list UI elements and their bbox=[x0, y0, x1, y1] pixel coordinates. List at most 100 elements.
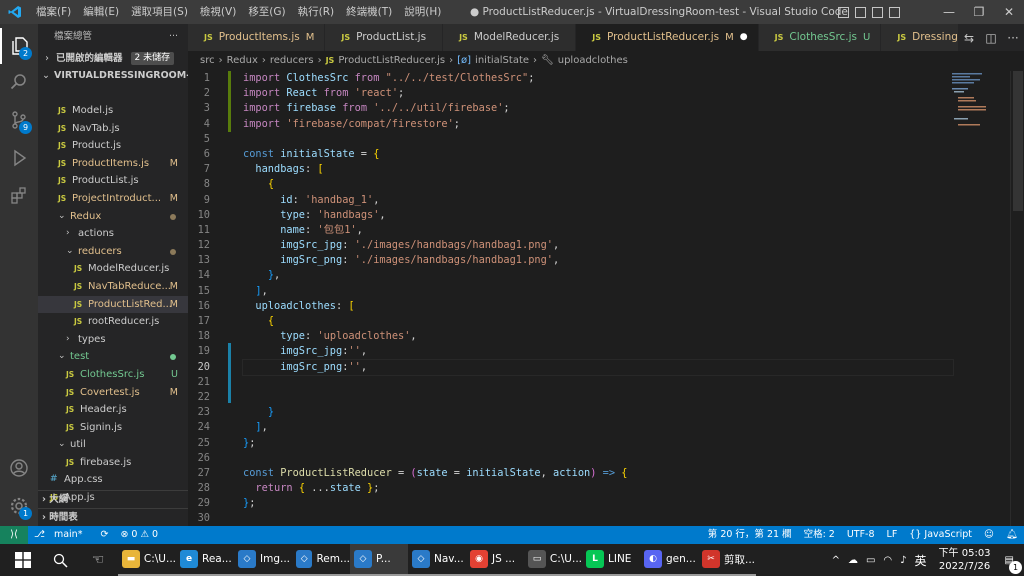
cursor-position[interactable]: 第 20 行，第 21 欄 bbox=[702, 526, 798, 544]
taskbar-search-icon[interactable] bbox=[46, 544, 74, 576]
editor-tab[interactable]: JS ClothesSrc.js U bbox=[758, 24, 882, 51]
restore-button[interactable]: ❐ bbox=[964, 0, 994, 24]
tree-item[interactable]: JS ProductListRed... M bbox=[38, 295, 188, 314]
code-line[interactable]: imgSrc_png: './images/handbags/handbag1.… bbox=[243, 253, 953, 268]
account-icon[interactable] bbox=[0, 450, 38, 486]
volume-icon[interactable]: ♪ bbox=[896, 555, 910, 566]
code-line[interactable] bbox=[243, 375, 953, 390]
menu-item[interactable]: 選取項目(S) bbox=[125, 0, 194, 24]
taskbar-app[interactable]: ◐ gen... bbox=[640, 544, 698, 576]
tree-item[interactable]: JS Header.js bbox=[38, 401, 188, 419]
breadcrumb-item[interactable]: initialState bbox=[475, 51, 529, 71]
menu-item[interactable]: 編輯(E) bbox=[77, 0, 125, 24]
taskbar-app[interactable]: ◇ Img... bbox=[234, 544, 292, 576]
code-line[interactable]: import React from 'react'; bbox=[243, 86, 953, 101]
wifi-icon[interactable]: ◠ bbox=[879, 555, 896, 566]
tree-item[interactable]: JS Signin.js bbox=[38, 419, 188, 437]
run-debug-icon[interactable] bbox=[0, 140, 38, 176]
toggle-secondary-sidebar-icon[interactable] bbox=[872, 6, 883, 18]
code-line[interactable]: handbags: [ bbox=[243, 162, 953, 177]
menu-item[interactable]: 終端機(T) bbox=[340, 0, 398, 24]
tree-item[interactable]: JS Model.js bbox=[38, 102, 188, 120]
code-editor[interactable]: 1 2 3 4 5 6 7 8 9 10 11 12 13 14 15 16 17 18 19 20 21 22 23 24 2… bbox=[188, 71, 1024, 526]
code-line[interactable]: import ClothesSrc from "../../test/Cloth… bbox=[243, 71, 953, 86]
tree-item[interactable]: ⌄ reducers bbox=[38, 243, 188, 261]
code-line[interactable] bbox=[243, 132, 953, 147]
sync-icon[interactable]: ⟳ bbox=[94, 526, 114, 544]
tree-item[interactable]: ⌄ test bbox=[38, 348, 188, 366]
code-line[interactable]: { bbox=[243, 314, 953, 329]
tree-item[interactable]: › actions bbox=[38, 225, 188, 243]
breadcrumb-item[interactable]: uploadclothes bbox=[558, 51, 628, 71]
indentation[interactable]: 空格: 2 bbox=[798, 526, 841, 544]
customize-layout-icon[interactable] bbox=[889, 6, 900, 18]
tree-item[interactable]: ⌄ Redux bbox=[38, 208, 188, 226]
toggle-panel-icon[interactable] bbox=[855, 6, 866, 18]
breadcrumb-item[interactable]: src bbox=[200, 51, 215, 71]
scrollbar-thumb[interactable] bbox=[1013, 71, 1023, 211]
breadcrumb-item[interactable]: reducers bbox=[270, 51, 314, 71]
code-line[interactable]: } bbox=[243, 405, 953, 420]
unsaved-dot-icon[interactable]: ● bbox=[740, 24, 748, 51]
code-area[interactable]: import ClothesSrc from "../../test/Cloth… bbox=[242, 71, 954, 526]
code-line[interactable]: const initialState = { bbox=[243, 147, 953, 162]
code-line[interactable]: }; bbox=[243, 496, 953, 511]
start-button[interactable] bbox=[8, 544, 38, 576]
tree-item[interactable]: JS ClothesSrc.js U bbox=[38, 366, 188, 384]
code-line[interactable]: imgSrc_png:'', bbox=[242, 358, 954, 376]
tree-item[interactable]: JS ProductList.js bbox=[38, 172, 188, 190]
language-mode[interactable]: {} JavaScript bbox=[903, 526, 978, 544]
breadcrumb-item[interactable]: Redux bbox=[227, 51, 258, 71]
search-icon[interactable] bbox=[0, 64, 38, 100]
vertical-scrollbar[interactable] bbox=[1010, 71, 1024, 526]
taskbar-app[interactable]: ◇ Nav... bbox=[408, 544, 466, 576]
code-line[interactable]: import firebase from '../../util/firebas… bbox=[243, 101, 953, 116]
code-line[interactable]: return { ...state }; bbox=[243, 481, 953, 496]
notifications-bell-icon[interactable]: 🔔︎ bbox=[1000, 526, 1024, 544]
tree-item[interactable]: JS NavTabReduce... M bbox=[38, 278, 188, 296]
tree-item[interactable]: JS rootReducer.js bbox=[38, 313, 188, 331]
editor-tab[interactable]: JS ModelReducer.js bbox=[443, 24, 577, 51]
settings-gear-icon[interactable]: 1 bbox=[0, 488, 38, 524]
extensions-icon[interactable] bbox=[0, 178, 38, 214]
ime-indicator[interactable]: 英 bbox=[911, 552, 931, 569]
editor-tab[interactable]: JS ProductItems.js M bbox=[188, 24, 326, 51]
project-section[interactable]: ⌄ VIRTUALDRESSINGROOM-TEST bbox=[38, 67, 188, 84]
minimap[interactable] bbox=[950, 71, 1010, 526]
breadcrumb-item[interactable]: ProductListReducer.js bbox=[338, 51, 445, 71]
tree-item[interactable]: JS NavTab.js bbox=[38, 120, 188, 138]
code-line[interactable]: imgSrc_jpg: './images/handbags/handbag1.… bbox=[243, 238, 953, 253]
source-control-icon[interactable]: 9 bbox=[0, 102, 38, 138]
tree-item[interactable]: JS firebase.js bbox=[38, 454, 188, 472]
remote-indicator-icon[interactable]: ⟩⟨ bbox=[0, 526, 28, 544]
editor-tab[interactable]: JS ProductList.js bbox=[325, 24, 444, 51]
code-line[interactable]: type: 'uploadclothes', bbox=[243, 329, 953, 344]
tree-item[interactable]: JS Product.js bbox=[38, 137, 188, 155]
code-line[interactable] bbox=[243, 390, 953, 405]
code-line[interactable]: ], bbox=[243, 284, 953, 299]
vscode-logo-icon[interactable] bbox=[0, 0, 30, 24]
tree-item[interactable]: JS ModelReducer.js bbox=[38, 260, 188, 278]
taskbar-app[interactable]: ◉ JS ... bbox=[466, 544, 524, 576]
tree-item[interactable]: JS Covertest.js M bbox=[38, 384, 188, 402]
clock[interactable]: 下午 05:03 2022/7/26 bbox=[931, 547, 999, 573]
code-line[interactable] bbox=[243, 511, 953, 526]
menu-item[interactable]: 移至(G) bbox=[242, 0, 291, 24]
taskbar-app[interactable]: ◇ P... bbox=[350, 544, 408, 576]
open-editors-section[interactable]: › 已開啟的編輯器 2 未儲存 bbox=[38, 50, 188, 67]
code-line[interactable]: uploadclothes: [ bbox=[243, 299, 953, 314]
tree-item[interactable]: JS ProjectIntroduct... M bbox=[38, 190, 188, 208]
code-line[interactable]: id: 'handbag_1', bbox=[243, 193, 953, 208]
show-hidden-icons[interactable]: ^ bbox=[828, 555, 844, 566]
more-actions-icon[interactable]: ··· bbox=[169, 24, 178, 50]
taskbar-app[interactable]: e Rea... bbox=[176, 544, 234, 576]
taskbar-app[interactable]: ▭ C:\U... bbox=[524, 544, 582, 576]
taskbar-app[interactable]: ▬ C:\U... bbox=[118, 544, 176, 576]
open-changes-icon[interactable]: ⇆ bbox=[958, 31, 980, 45]
tree-item[interactable]: JS ProductItems.js M bbox=[38, 155, 188, 173]
explorer-icon[interactable]: 2 bbox=[0, 28, 38, 64]
menu-item[interactable]: 檢視(V) bbox=[194, 0, 242, 24]
code-line[interactable]: type: 'handbags', bbox=[243, 208, 953, 223]
menu-item[interactable]: 執行(R) bbox=[292, 0, 341, 24]
code-line[interactable]: ], bbox=[243, 420, 953, 435]
